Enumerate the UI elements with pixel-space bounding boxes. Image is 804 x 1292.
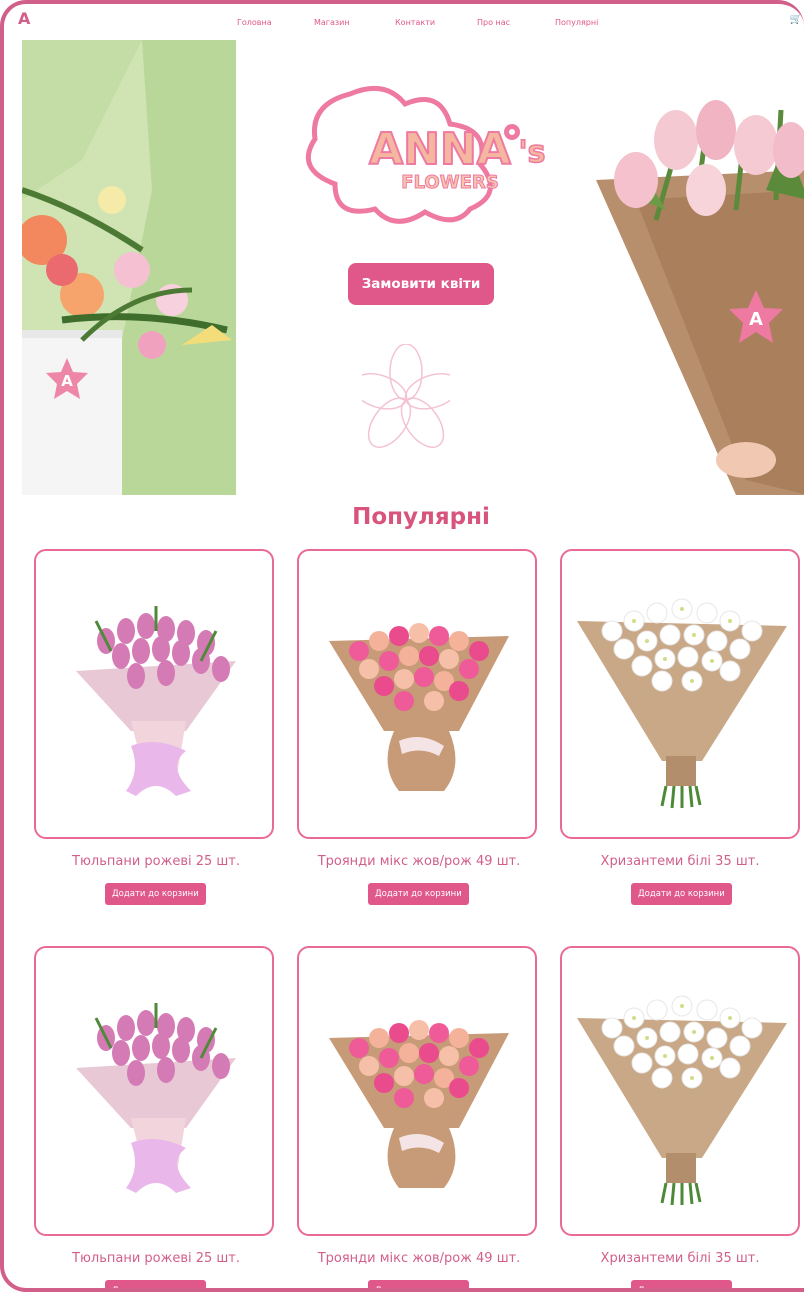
product-image-roses <box>329 623 509 791</box>
hero-left-image: A <box>22 40 236 495</box>
brand-subtitle: FLOWERS <box>401 172 498 193</box>
nav-link-shop[interactable]: Магазин <box>314 18 350 27</box>
nav-link-home[interactable]: Головна <box>237 18 272 27</box>
product-image-tulips <box>76 1003 236 1193</box>
product-name: Хризантеми білі 35 шт. <box>600 1251 760 1266</box>
product-image-roses <box>329 1020 509 1188</box>
flower-outline-icon <box>362 344 450 448</box>
product-image-tulips <box>76 606 236 796</box>
product-card[interactable] <box>34 946 274 1236</box>
product-name: Тюльпани рожеві 25 шт. <box>72 1251 240 1266</box>
nav-link-contacts[interactable]: Контакти <box>395 18 435 27</box>
product-image-chrysanthemums <box>577 598 787 809</box>
top-nav: A Головна Магазин Контакти Про нас Попул… <box>4 4 804 38</box>
add-to-cart-button[interactable]: Додати до корзини <box>105 883 206 905</box>
nav-link-about[interactable]: Про нас <box>477 18 510 27</box>
product-card[interactable] <box>297 549 537 839</box>
brand-apostrophe-s: 's <box>518 135 545 170</box>
brand-logo: ANNA 's FLOWERS <box>305 85 546 224</box>
add-to-cart-button[interactable]: Додати до корзини <box>631 883 732 905</box>
add-to-cart-button[interactable]: Додати до корзини <box>105 1280 206 1288</box>
order-flowers-button[interactable]: Замовити квіти <box>348 263 494 305</box>
product-card[interactable] <box>34 549 274 839</box>
product-card[interactable] <box>297 946 537 1236</box>
product-name: Хризантеми білі 35 шт. <box>600 854 760 869</box>
cart-icon[interactable]: 🛒 <box>790 14 802 25</box>
product-name: Троянди мікс жов/рож 49 шт. <box>317 1251 521 1266</box>
add-to-cart-button[interactable]: Додати до корзини <box>368 1280 469 1288</box>
add-to-cart-button[interactable]: Додати до корзини <box>368 883 469 905</box>
brand-name: ANNA <box>369 124 511 175</box>
product-image-chrysanthemums <box>577 995 787 1206</box>
svg-text:A: A <box>61 372 73 390</box>
add-to-cart-button[interactable]: Додати до корзини <box>631 1280 732 1288</box>
page-frame: A Головна Магазин Контакти Про нас Попул… <box>0 0 804 1292</box>
hero-right-image: A <box>596 40 804 495</box>
product-name: Тюльпани рожеві 25 шт. <box>72 854 240 869</box>
product-name: Троянди мікс жов/рож 49 шт. <box>317 854 521 869</box>
logo-letter[interactable]: A <box>18 9 30 28</box>
popular-section-title: Популярні <box>352 504 490 530</box>
product-card[interactable] <box>560 549 800 839</box>
nav-link-popular[interactable]: Популярні <box>555 18 598 27</box>
product-card[interactable] <box>560 946 800 1236</box>
svg-text:A: A <box>749 309 763 330</box>
